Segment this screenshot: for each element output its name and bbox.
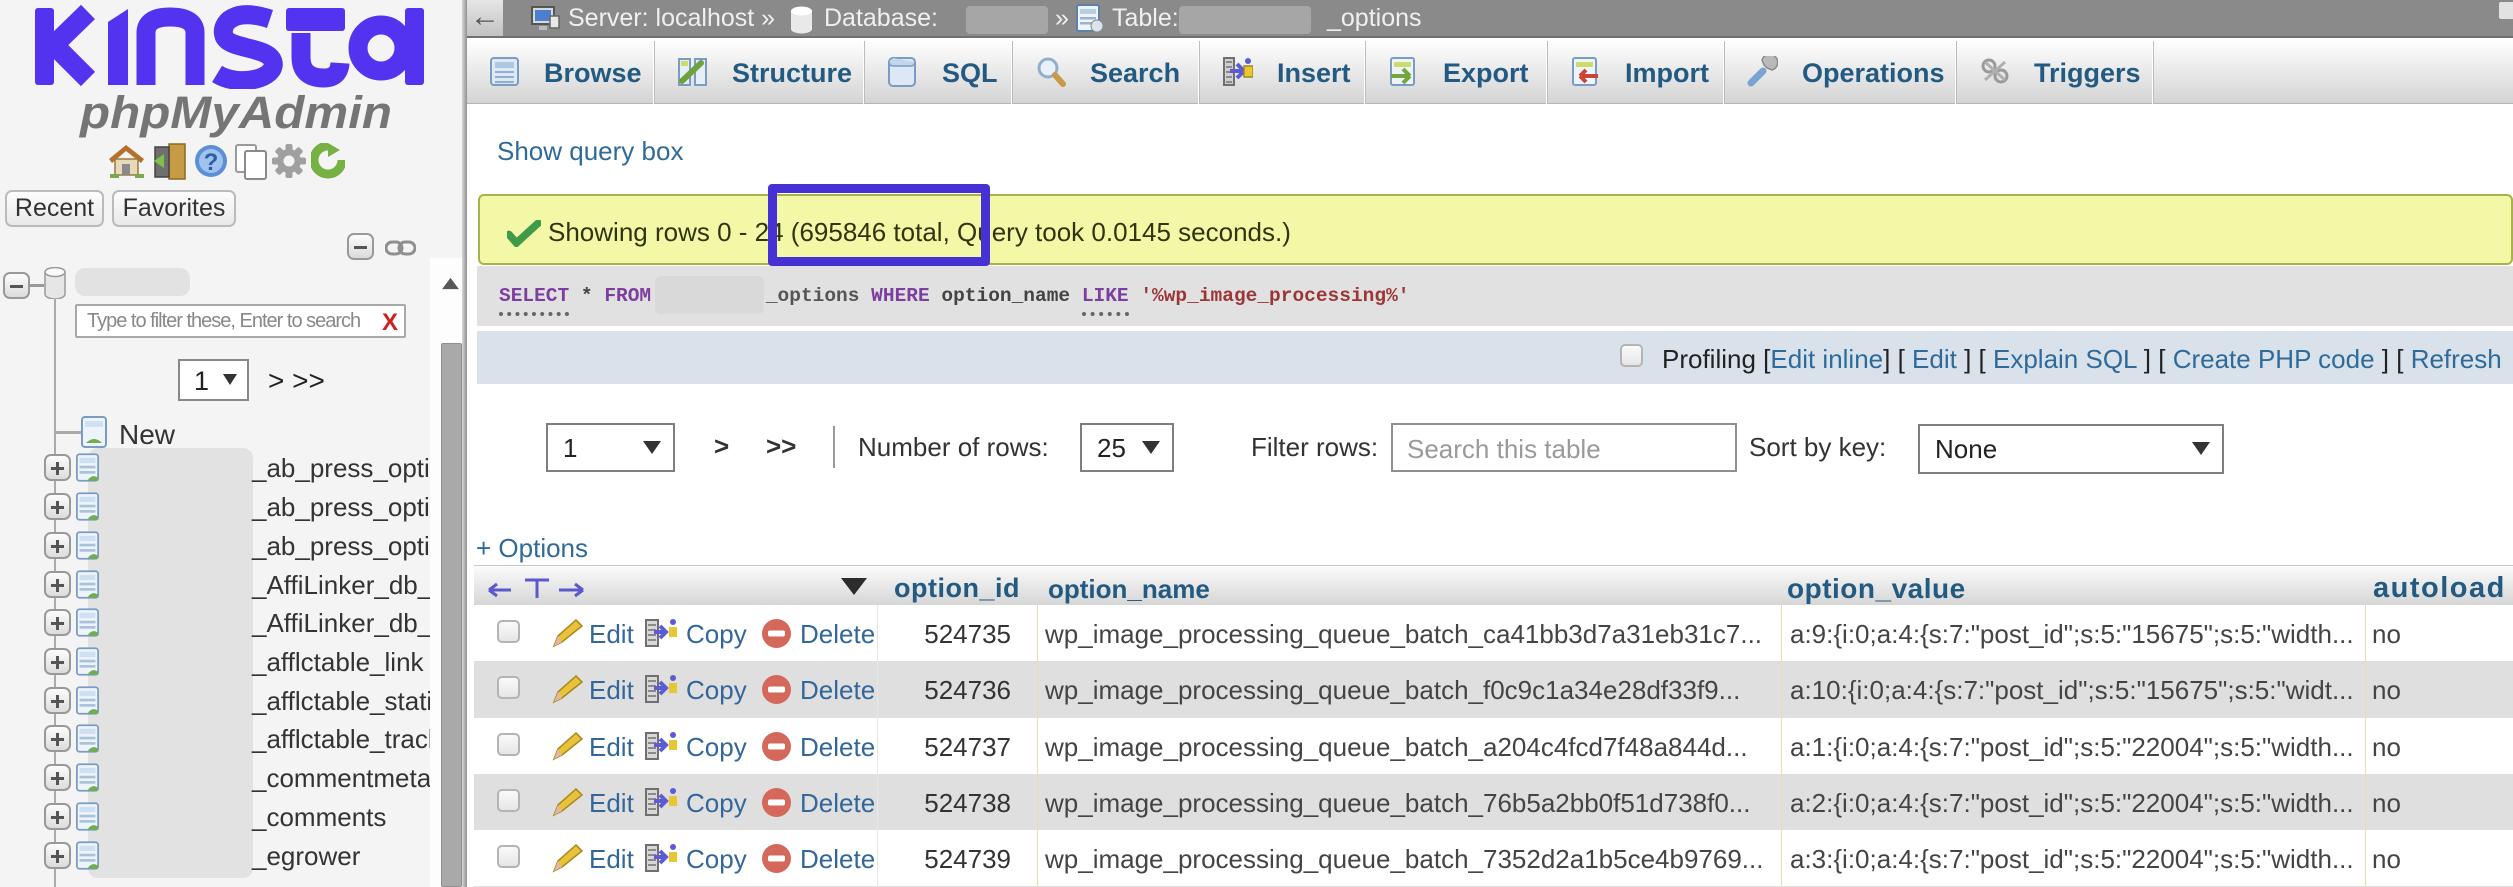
svg-text:phpMyAdmin: phpMyAdmin: [79, 90, 392, 138]
svg-text:?: ?: [204, 149, 219, 176]
